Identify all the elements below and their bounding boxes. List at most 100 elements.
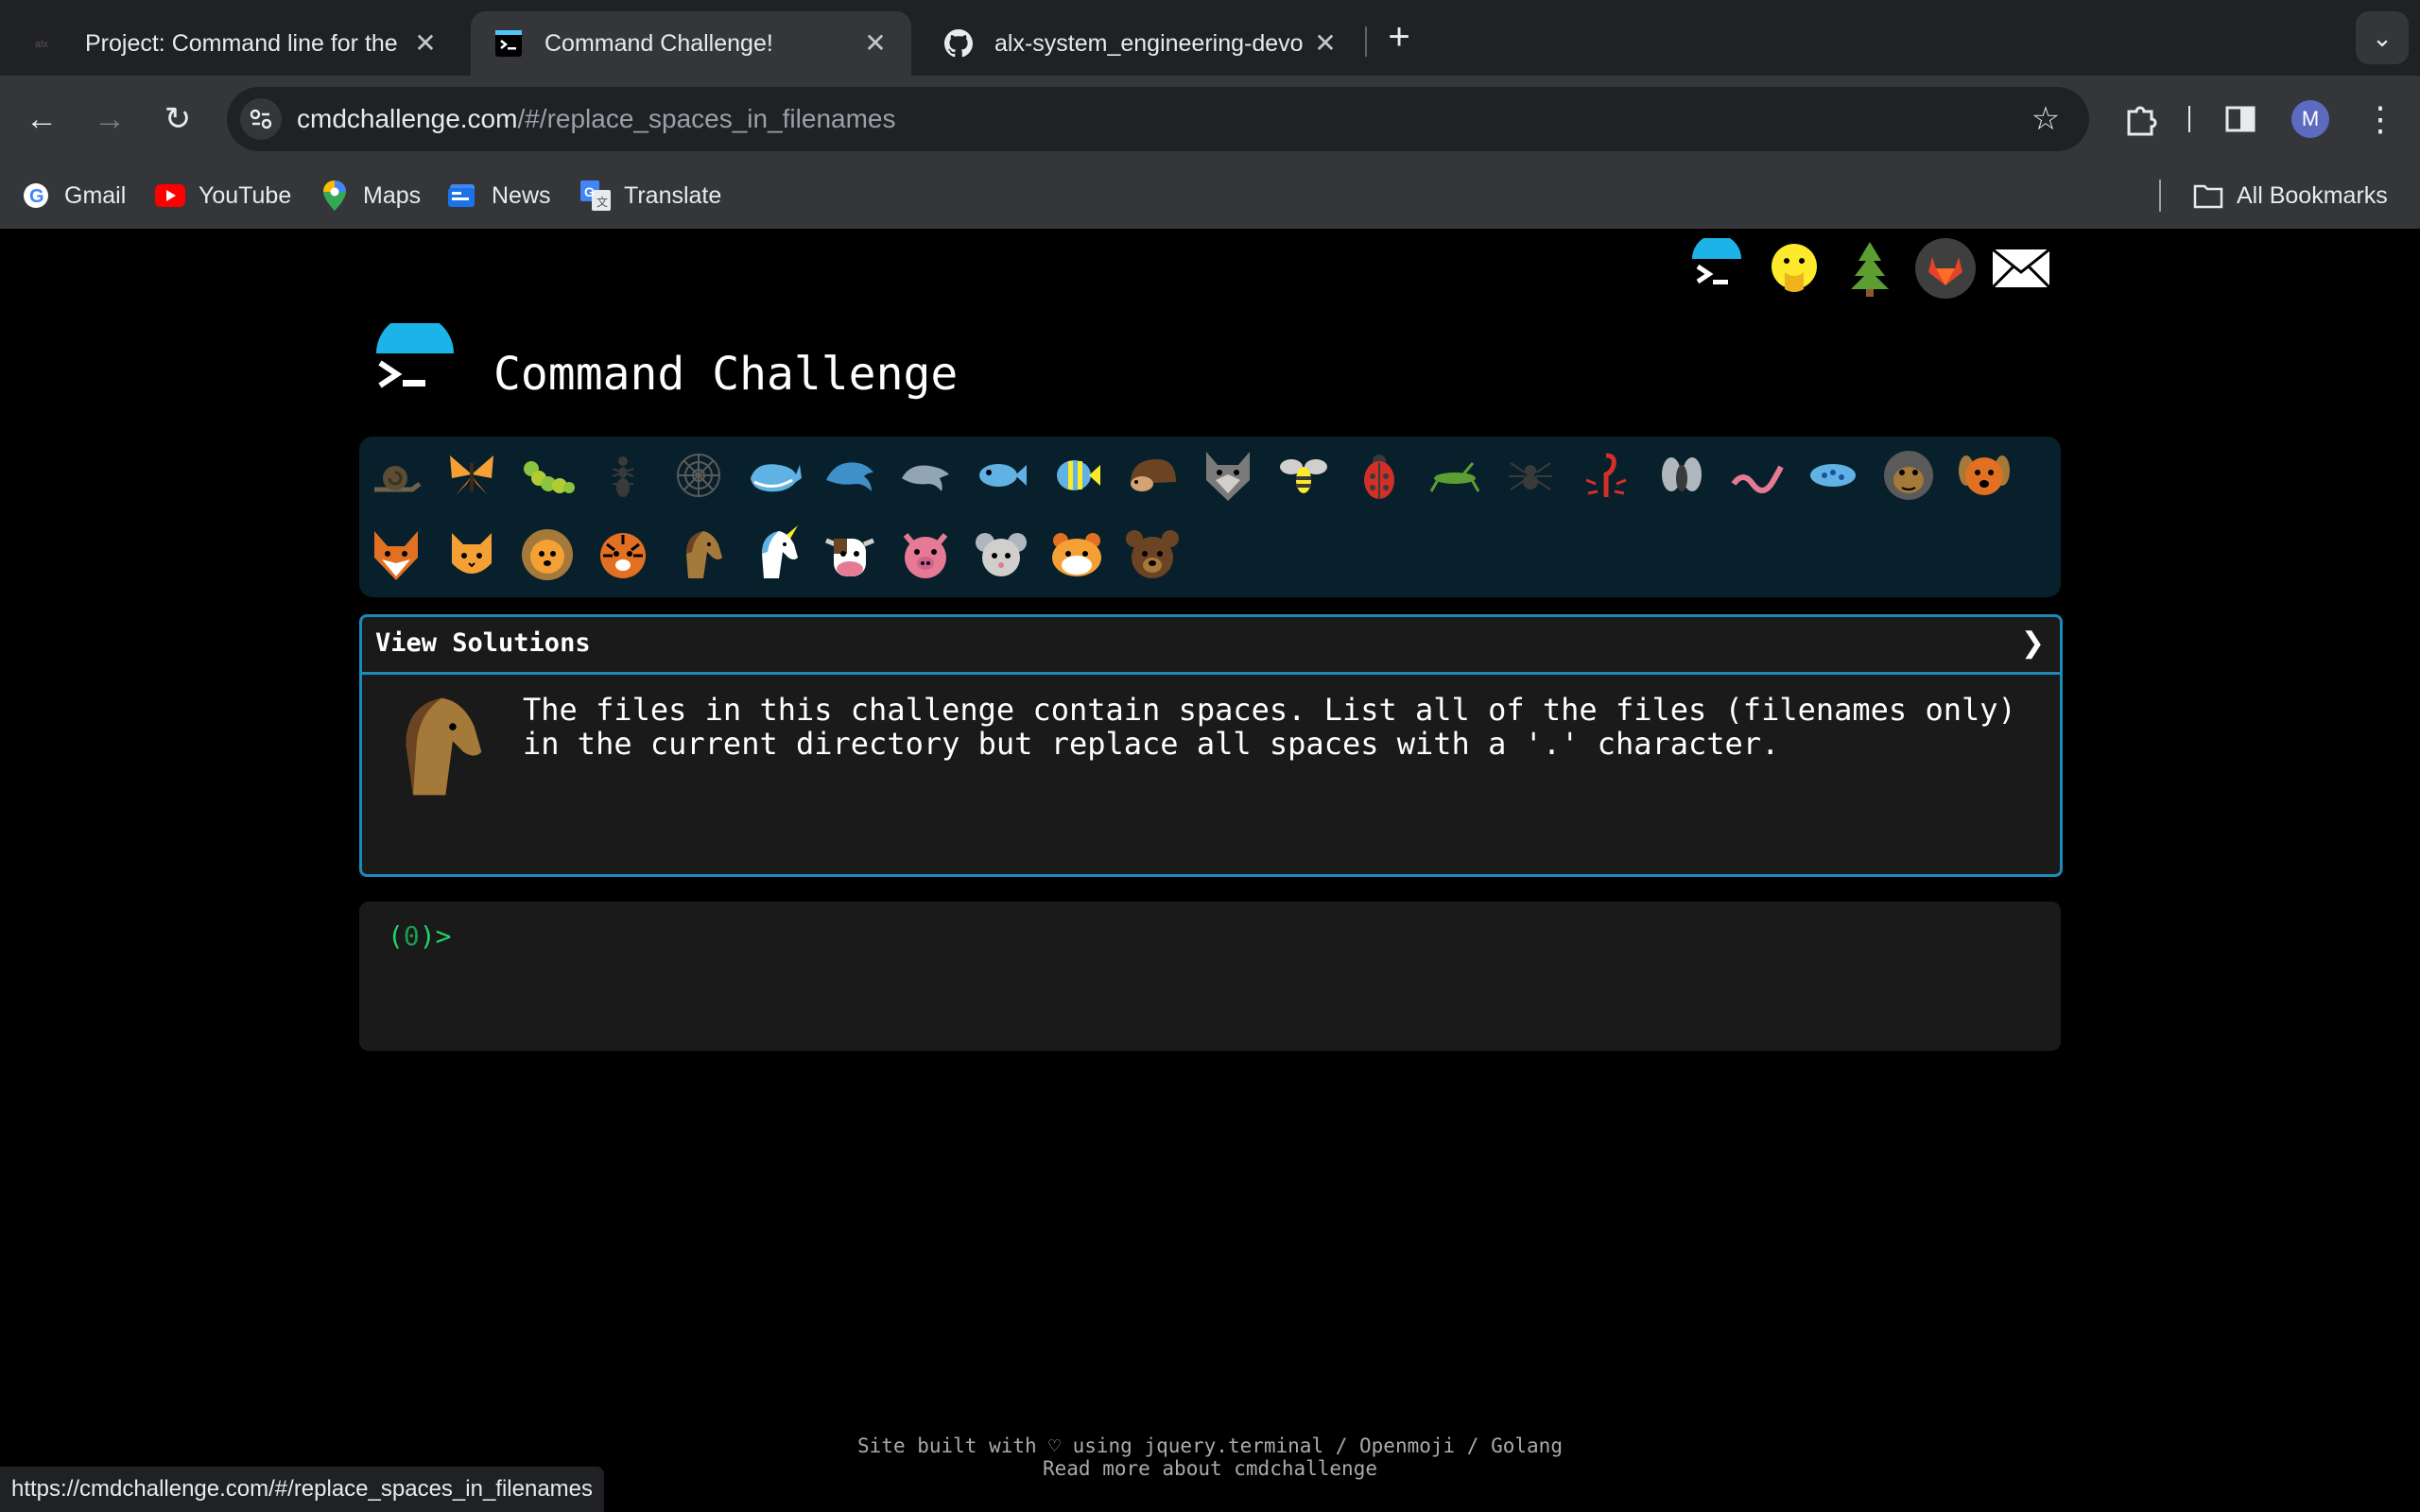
tab-command-challenge[interactable]: Command Challenge! ✕ — [471, 11, 911, 76]
tab-project-command-line[interactable]: alx Project: Command line for the ✕ — [11, 11, 461, 76]
dog-icon[interactable] — [1955, 446, 2014, 505]
address-bar[interactable]: cmdchallenge.com/#/replace_spaces_in_fil… — [227, 87, 2089, 151]
wolf-icon[interactable] — [1199, 446, 1257, 505]
terminal-icon — [493, 28, 524, 59]
lion-icon[interactable] — [518, 525, 577, 584]
back-arrow-icon[interactable]: ← — [19, 96, 64, 142]
horse-icon[interactable] — [669, 525, 728, 584]
view-solutions-header[interactable]: View Solutions ❯ — [362, 617, 2060, 675]
tiger-icon[interactable] — [594, 525, 652, 584]
unicorn-icon[interactable] — [745, 525, 804, 584]
terminal-window[interactable]: (0)> — [359, 902, 2061, 1051]
chevron-right-icon[interactable]: ❯ — [2021, 627, 2045, 660]
bookmark-maps[interactable]: Maps — [320, 163, 421, 229]
status-bar-url: https://cmdchallenge.com/#/replace_space… — [0, 1467, 605, 1512]
challenge-panel: View Solutions ❯ The files in this chall… — [359, 614, 2063, 877]
new-tab-plus-icon[interactable]: + — [1380, 18, 1418, 57]
extensions-puzzle-icon[interactable] — [2118, 96, 2163, 142]
site-info-tune-icon[interactable] — [240, 98, 282, 140]
face-hand-over-mouth-icon[interactable] — [1764, 238, 1824, 299]
svg-text:alx: alx — [35, 39, 49, 50]
hamster-icon[interactable] — [1047, 525, 1106, 584]
ladybug-icon[interactable] — [1350, 446, 1409, 505]
svg-text:G: G — [584, 184, 595, 199]
dolphin-icon[interactable] — [896, 446, 955, 505]
whale-icon[interactable] — [745, 446, 804, 505]
google-translate-icon: G文 — [580, 180, 611, 211]
prompt-close: )> — [419, 920, 452, 952]
dolphin-icon[interactable] — [821, 446, 879, 505]
all-bookmarks-button[interactable]: All Bookmarks — [2193, 163, 2388, 229]
profile-avatar[interactable]: M — [2291, 100, 2329, 138]
command-challenge-logo — [372, 315, 458, 408]
snail-icon[interactable] — [367, 446, 425, 505]
close-tab-icon[interactable]: ✕ — [410, 28, 441, 59]
tree-icon[interactable] — [1840, 238, 1900, 299]
bookmark-gmail[interactable]: G Gmail — [21, 163, 126, 229]
tab-search-chevron-icon[interactable]: ⌄ — [2356, 11, 2409, 64]
challenge-description: The files in this challenge contain spac… — [523, 692, 2016, 762]
svg-text:G: G — [29, 186, 44, 207]
mouse-icon[interactable] — [972, 525, 1030, 584]
prompt-open: ( — [388, 920, 404, 952]
horse-icon — [377, 691, 489, 802]
footer-credits: Site built with ♡ using jquery.terminal … — [857, 1435, 1563, 1457]
terminal-prompt[interactable]: (0)> — [388, 920, 451, 952]
prompt-counter: 0 — [403, 920, 420, 952]
gitlab-icon[interactable] — [1915, 238, 1976, 299]
fox-icon[interactable] — [367, 525, 425, 584]
toolbar-separator — [2187, 96, 2191, 142]
bookmark-label: YouTube — [199, 181, 292, 209]
ant-icon[interactable] — [594, 446, 652, 505]
cow-icon[interactable] — [821, 525, 879, 584]
url-host: cmdchallenge.com — [297, 104, 518, 133]
bee-icon[interactable] — [1274, 446, 1333, 505]
cat-icon[interactable] — [442, 525, 501, 584]
alx-logo-icon: alx — [34, 28, 64, 59]
spider-icon[interactable] — [1501, 446, 1560, 505]
side-panel-icon[interactable] — [2218, 96, 2263, 142]
scorpion-icon[interactable] — [1577, 446, 1635, 505]
bookmark-translate[interactable]: G文 Translate — [580, 163, 721, 229]
close-tab-icon[interactable]: ✕ — [860, 28, 890, 59]
close-tab-icon[interactable]: ✕ — [1310, 28, 1340, 59]
spider-web-icon[interactable] — [669, 446, 728, 505]
mail-icon[interactable] — [1991, 238, 2051, 299]
bookmark-label: Maps — [363, 181, 422, 209]
bookmark-news[interactable]: News — [448, 163, 551, 229]
page-title: Command Challenge — [493, 348, 959, 401]
maps-pin-icon — [320, 180, 350, 211]
tab-github-repo[interactable]: alx-system_engineering-devo ✕ — [921, 11, 1361, 76]
forward-arrow-icon[interactable]: → — [87, 96, 132, 142]
butterfly-icon[interactable] — [442, 446, 501, 505]
terminal-icon[interactable] — [1686, 234, 1747, 299]
bear-icon[interactable] — [1123, 525, 1182, 584]
hedgehog-icon[interactable] — [1123, 446, 1182, 505]
bookmark-youtube[interactable]: YouTube — [155, 163, 291, 229]
bookmarks-bar: G Gmail YouTube Maps News G文 Translate A… — [0, 163, 2420, 231]
pig-icon[interactable] — [896, 525, 955, 584]
caterpillar-icon[interactable] — [518, 446, 577, 505]
bookmark-star-icon[interactable]: ☆ — [2025, 98, 2066, 140]
bookmark-label: Translate — [624, 181, 722, 209]
browser-menu-icon[interactable]: ⋮ — [2363, 96, 2397, 142]
youtube-icon — [155, 180, 185, 211]
microbe-icon[interactable] — [1804, 446, 1862, 505]
tab-title: Project: Command line for the — [85, 29, 398, 57]
fly-icon[interactable] — [1652, 446, 1711, 505]
google-news-icon — [448, 180, 478, 211]
browser-toolbar: ← → ↻ cmdchallenge.com/#/replace_spaces_… — [0, 76, 2420, 163]
worm-icon[interactable] — [1728, 446, 1787, 505]
github-icon — [943, 28, 974, 59]
gorilla-icon[interactable] — [1879, 446, 1938, 505]
tab-title: Command Challenge! — [544, 29, 773, 57]
tropical-fish-icon[interactable] — [1047, 446, 1106, 505]
tab-strip: alx Project: Command line for the ✕ Comm… — [0, 0, 2420, 76]
svg-text:文: 文 — [596, 195, 608, 209]
fish-icon[interactable] — [972, 446, 1030, 505]
cricket-icon[interactable] — [1426, 446, 1484, 505]
folder-icon — [2193, 180, 2223, 211]
google-icon: G — [21, 180, 51, 211]
bookmark-label: News — [492, 181, 551, 209]
reload-icon[interactable]: ↻ — [155, 96, 200, 142]
